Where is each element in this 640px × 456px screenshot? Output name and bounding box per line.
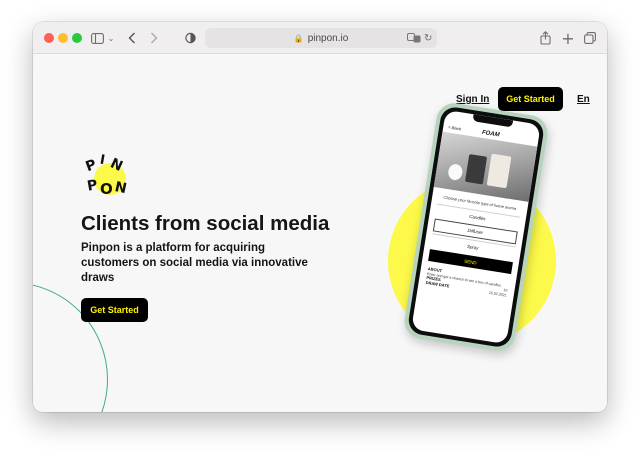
screen-title: FOAM [481,129,500,139]
language-switch[interactable]: En [577,94,590,105]
page-content: Sign In Get Started En P I N P O N Clien… [33,54,607,412]
product-shape [464,154,488,185]
hero-subtitle: Pinpon is a platform for acquiring custo… [81,242,308,284]
address-bar[interactable]: 🔒 pinpon.io ↻ [205,28,437,48]
chevron-down-icon[interactable]: ⌄ [106,29,116,47]
get-started-nav-button[interactable]: Get Started [498,87,563,111]
new-tab-icon[interactable]: + [561,29,575,48]
forward-arrow-icon[interactable] [147,29,161,47]
svg-text:O: O [100,180,113,198]
reload-icon[interactable]: ↻ [424,28,432,48]
browser-window: ⌄ 🔒 pinpon.io ↻ + Sign In Get Started En… [33,22,607,412]
back-arrow-icon[interactable] [125,29,139,47]
pinpon-logo: P I N P O N [84,153,128,198]
privacy-shield-icon[interactable] [183,29,197,47]
sidebar-toggle-icon[interactable] [89,29,105,47]
hero-title: Clients from social media [81,212,330,235]
svg-text:P: P [84,157,99,176]
tab-overview-icon[interactable] [583,29,597,47]
browser-toolbar: ⌄ 🔒 pinpon.io ↻ + [33,22,607,54]
zoom-window-button[interactable] [72,33,82,43]
translate-icon[interactable] [407,28,421,48]
stage: ⌄ 🔒 pinpon.io ↻ + Sign In Get Started En… [0,0,640,456]
screen-back-link: < Back [447,124,462,132]
close-window-button[interactable] [44,33,54,43]
get-started-hero-button[interactable]: Get Started [81,298,148,322]
product-shape [486,153,512,189]
product-shape [447,163,464,182]
url-text: pinpon.io [307,32,349,44]
lock-icon: 🔒 [293,33,304,43]
share-icon[interactable] [538,29,552,47]
minimize-window-button[interactable] [58,33,68,43]
svg-text:N: N [113,179,128,197]
